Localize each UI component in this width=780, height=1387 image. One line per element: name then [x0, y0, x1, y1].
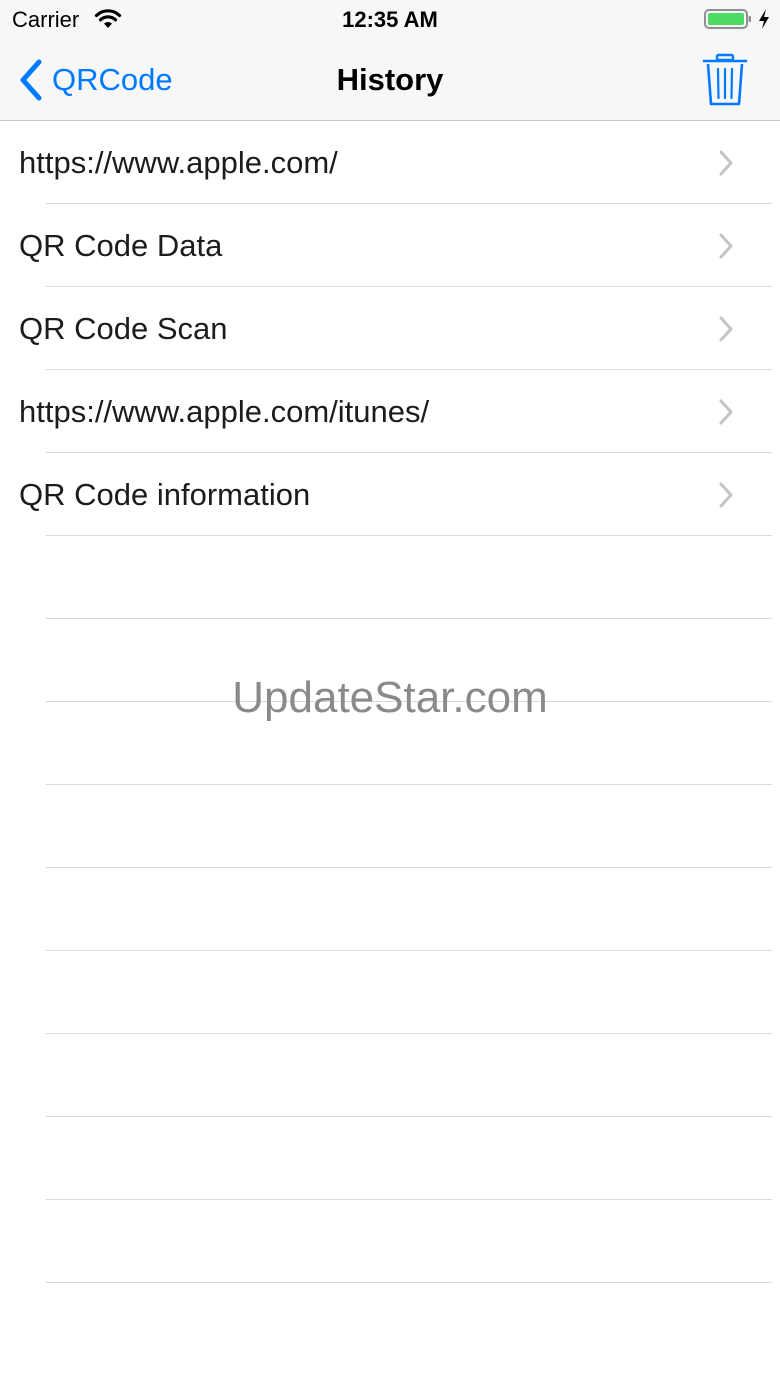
- empty-row: [0, 1117, 780, 1200]
- empty-row: [0, 868, 780, 951]
- history-row[interactable]: https://www.apple.com/itunes/: [0, 370, 780, 453]
- empty-row: [0, 1034, 780, 1117]
- clock: 12:35 AM: [342, 7, 438, 32]
- history-list: https://www.apple.com/ QR Code Data QR C…: [0, 121, 780, 1283]
- battery-icon: [704, 8, 752, 30]
- chevron-left-icon: [20, 59, 42, 101]
- top-bar: Carrier 12:35 AM QRCode History: [0, 0, 780, 121]
- history-row[interactable]: QR Code Scan: [0, 287, 780, 370]
- empty-row: [0, 619, 780, 702]
- chevron-right-icon: [719, 150, 733, 176]
- trash-button[interactable]: [700, 52, 750, 108]
- empty-row: [0, 1200, 780, 1283]
- status-bar: Carrier 12:35 AM: [0, 0, 780, 40]
- chevron-right-icon: [719, 482, 733, 508]
- empty-row: [0, 785, 780, 868]
- chevron-right-icon: [719, 233, 733, 259]
- history-row-label: https://www.apple.com/: [19, 145, 338, 180]
- history-row-label: QR Code Data: [19, 228, 223, 263]
- history-row[interactable]: QR Code information: [0, 453, 780, 536]
- history-row-label: QR Code information: [19, 477, 311, 512]
- trash-icon: [702, 53, 748, 106]
- chevron-right-icon: [719, 316, 733, 342]
- navigation-bar: QRCode History: [0, 40, 780, 120]
- history-row-label: QR Code Scan: [19, 311, 228, 346]
- empty-row: [0, 951, 780, 1034]
- bolt-icon: [757, 8, 771, 30]
- history-row-label: https://www.apple.com/itunes/: [19, 394, 430, 429]
- back-button[interactable]: QRCode: [18, 56, 173, 104]
- history-row[interactable]: QR Code Data: [0, 204, 780, 287]
- empty-row: [0, 536, 780, 619]
- chevron-right-icon: [719, 399, 733, 425]
- back-button-label: QRCode: [52, 62, 173, 97]
- empty-row: [0, 702, 780, 785]
- history-row[interactable]: https://www.apple.com/: [0, 121, 780, 204]
